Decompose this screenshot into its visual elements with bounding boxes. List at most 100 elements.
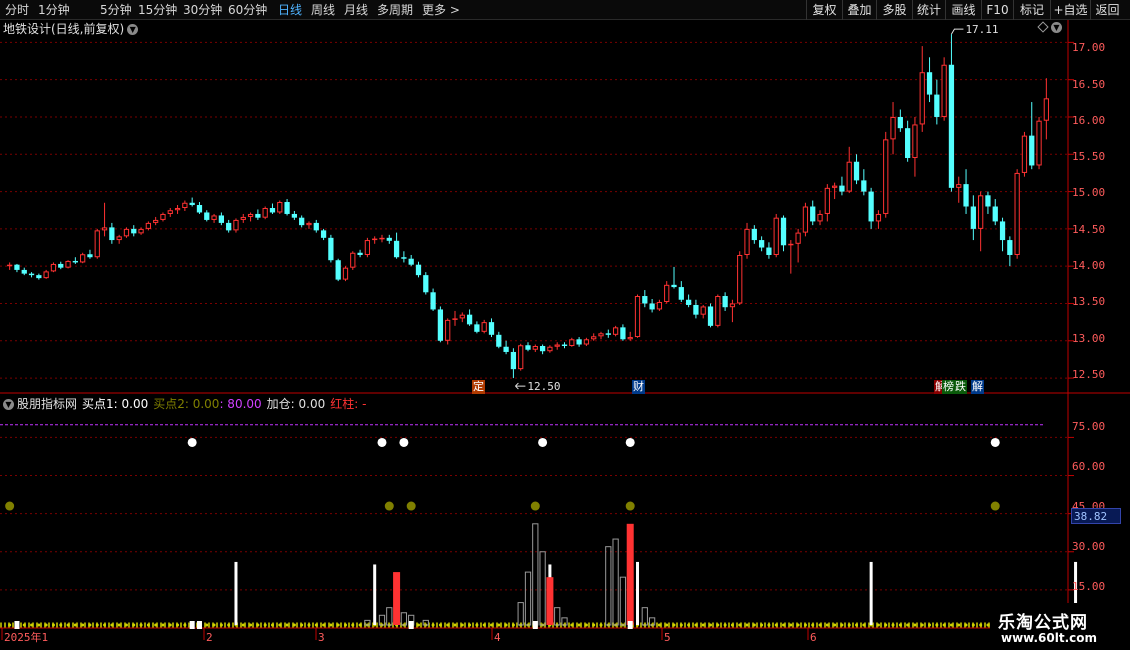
baseline-dot	[146, 623, 150, 627]
buy1-value: 买点1: 0.00	[82, 397, 149, 411]
candle-body	[963, 184, 969, 207]
baseline-dot	[738, 623, 742, 627]
baseline-dot	[117, 623, 121, 627]
baseline-dot	[592, 623, 596, 627]
event-tag-drop[interactable]: 跌	[954, 380, 967, 394]
baseline-dot	[482, 623, 486, 627]
candle-body	[525, 345, 531, 350]
buy1-point	[625, 437, 635, 447]
baseline-dot	[679, 623, 683, 627]
candle-body	[350, 252, 356, 268]
baseline-dot	[22, 623, 26, 627]
baseline-dot	[343, 623, 347, 627]
candle-body	[539, 346, 546, 352]
candle-body	[810, 206, 816, 222]
baseline-dot	[986, 623, 990, 627]
candle-body	[561, 344, 568, 347]
candle-body	[123, 228, 130, 237]
candle-body	[788, 243, 794, 246]
candle-body	[459, 314, 465, 319]
baseline-dot	[124, 623, 128, 627]
volume-bar-gray	[532, 523, 539, 626]
candle-body	[883, 139, 889, 214]
price-tick: 15.00	[1072, 186, 1106, 199]
baseline-dot	[687, 623, 691, 627]
buy1-point	[399, 437, 409, 447]
baseline-dot	[913, 623, 917, 627]
buy1-point	[187, 437, 197, 447]
signal-bar-red	[393, 572, 401, 625]
candle-body	[408, 258, 414, 265]
candle-body	[642, 296, 648, 304]
candle-body	[277, 202, 283, 213]
candle-body	[839, 185, 845, 192]
baseline-dot	[847, 623, 851, 627]
baseline-dot	[891, 623, 895, 627]
baseline-dot	[825, 623, 829, 627]
baseline-dot	[511, 623, 515, 627]
baseline-dot	[767, 623, 771, 627]
baseline-dot	[504, 623, 508, 627]
baseline-dot	[862, 623, 866, 627]
candle-body	[1036, 120, 1042, 166]
price-tick: 16.00	[1072, 114, 1106, 127]
candle-body	[21, 269, 27, 274]
baseline-dot	[657, 623, 661, 627]
event-tag-unlock-2[interactable]: 解	[971, 380, 984, 394]
baseline-dot	[730, 623, 734, 627]
baseline-dot	[584, 623, 588, 627]
candle-body	[992, 206, 998, 222]
candle-body	[189, 202, 195, 206]
baseline-dot	[745, 623, 749, 627]
baseline-dot	[935, 623, 939, 627]
baseline-dot	[672, 623, 676, 627]
candle-body	[87, 254, 93, 258]
baseline-dot	[161, 623, 165, 627]
candle-body	[853, 161, 860, 181]
candle-body	[496, 334, 502, 347]
candle-body	[861, 180, 867, 192]
event-tag-finance[interactable]: 财	[632, 380, 645, 394]
candle-body	[634, 296, 641, 338]
event-tag-fixed[interactable]: 定	[472, 380, 485, 394]
baseline-dot	[468, 623, 472, 627]
price-tick: 13.50	[1072, 295, 1106, 308]
buy2-point	[5, 501, 15, 511]
candle-body	[299, 217, 305, 226]
volume-bar-gray	[605, 546, 612, 626]
candle-body	[627, 337, 633, 340]
candle-body	[306, 222, 312, 226]
baseline-dot	[803, 623, 807, 627]
candle-body	[583, 339, 590, 345]
chevron-down-icon[interactable]: ▼	[3, 399, 14, 410]
candle-body	[145, 222, 151, 229]
candle-body	[956, 184, 962, 188]
baseline-dot	[336, 623, 340, 627]
candle-body	[204, 212, 210, 220]
candle-body	[218, 215, 224, 223]
indicator-name[interactable]: 股朋指标网	[17, 397, 77, 411]
baseline-dot	[920, 623, 924, 627]
candle-body	[1043, 98, 1049, 121]
baseline-dot	[840, 623, 844, 627]
baseline-dot	[497, 623, 501, 627]
baseline-dot	[906, 623, 910, 627]
candle-body	[430, 292, 436, 310]
price-tick: 16.50	[1072, 78, 1106, 91]
price-tick: 14.50	[1072, 223, 1106, 236]
candle-body	[503, 346, 509, 352]
candlestick-chart[interactable]: 17.11 12.50	[0, 0, 1130, 650]
candle-body	[707, 306, 714, 326]
baseline-dot	[329, 623, 333, 627]
buy2-point	[384, 501, 394, 511]
candle-body	[28, 273, 35, 276]
candle-body	[1007, 240, 1013, 255]
candle-body	[934, 94, 940, 117]
candle-body	[167, 210, 173, 214]
date-label: 5	[664, 631, 671, 644]
baseline-dot	[212, 623, 216, 627]
candle-body	[423, 275, 429, 293]
buy2-extra-value: : 80.00	[219, 397, 262, 411]
candle-body	[379, 237, 385, 240]
candle-body	[364, 240, 371, 255]
